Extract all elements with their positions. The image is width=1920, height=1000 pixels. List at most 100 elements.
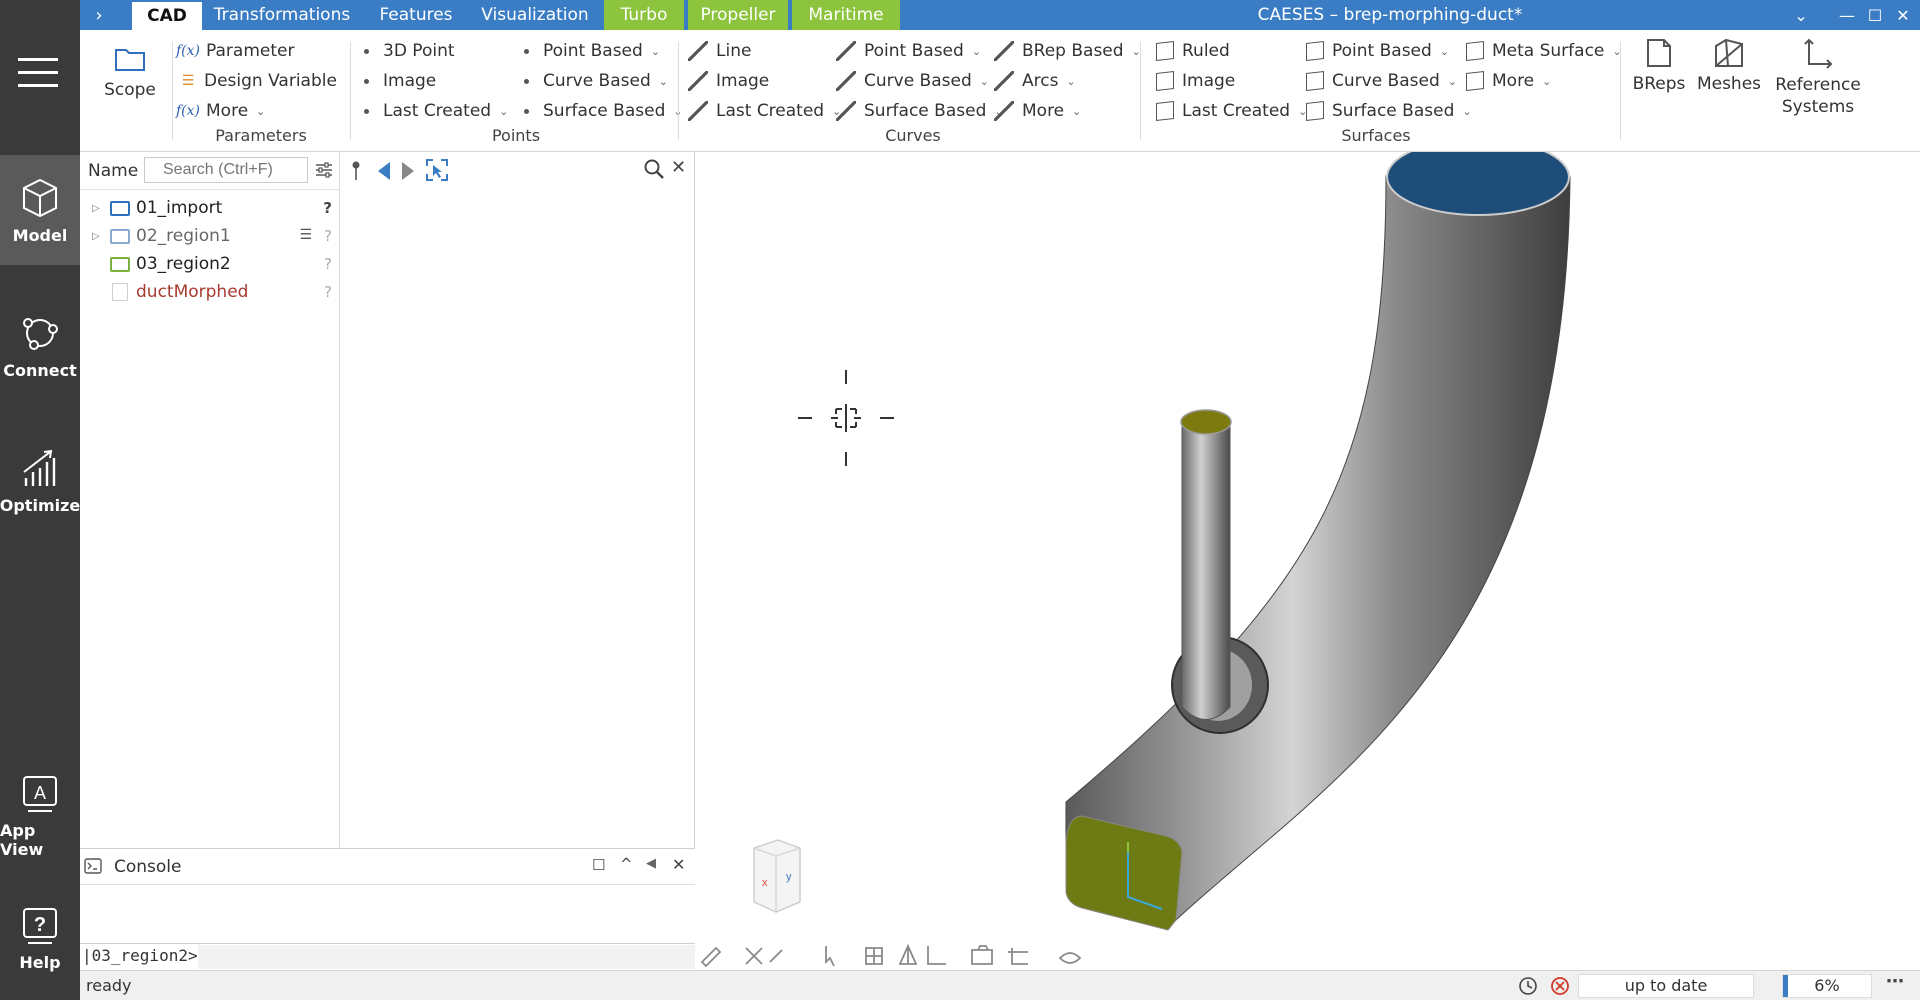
close-icon[interactable]: ✕: [671, 157, 686, 178]
more-options-icon[interactable]: ⋯: [1886, 971, 1904, 992]
ribbon-curve-surface-based[interactable]: Surface Based⌄: [836, 98, 1004, 124]
app-button-help[interactable]: ? Help: [0, 882, 80, 992]
ribbon-curves-more[interactable]: More ⌄: [994, 98, 1081, 124]
ribbon-parameter-label: Parameter: [206, 41, 295, 61]
error-cancel-icon[interactable]: [1550, 976, 1570, 996]
tree-item-03-region2[interactable]: 03_region2 ?: [80, 250, 340, 278]
chevron-up-icon[interactable]: ^: [620, 855, 633, 873]
ribbon-curve-last-created[interactable]: Last Created⌄: [688, 98, 841, 124]
ribbon-surface-surface-based[interactable]: Surface Based ⌄: [1306, 98, 1472, 124]
history-clock-icon[interactable]: [1518, 976, 1538, 996]
chevron-down-icon: ⌄: [1462, 104, 1472, 118]
ribbon-surface-last-created[interactable]: Last Created ⌄: [1156, 98, 1307, 124]
tab-features[interactable]: Features: [366, 0, 466, 30]
breps-label: BReps: [1632, 74, 1686, 94]
maximize-icon[interactable]: ☐: [592, 856, 605, 874]
line-icon: [994, 101, 1014, 121]
select-object-icon[interactable]: [425, 158, 449, 182]
3d-viewport[interactable]: x y: [696, 152, 1920, 970]
tab-visualization[interactable]: Visualization: [474, 0, 596, 30]
column-header-name[interactable]: Name: [88, 161, 138, 181]
tree-item-label: 03_region2: [136, 254, 231, 274]
scope-button[interactable]: Scope: [94, 42, 166, 100]
ribbon-ruled[interactable]: Ruled: [1156, 38, 1230, 64]
ribbon-brep-based[interactable]: BRep Based ⌄: [994, 38, 1141, 64]
expand-arrow-icon[interactable]: ▷: [92, 203, 106, 214]
chevron-down-icon: ⌄: [499, 104, 509, 118]
ribbon-parameter[interactable]: f(x) Parameter: [176, 38, 294, 64]
tab-cad[interactable]: CAD: [132, 2, 202, 30]
back-arrow-icon[interactable]: [375, 160, 393, 182]
reference-systems-label: Reference Systems: [1775, 75, 1861, 117]
console-input[interactable]: [198, 945, 695, 969]
ribbon-meta-surface[interactable]: Meta Surface ⌄: [1466, 38, 1622, 64]
ribbon-arcs[interactable]: Arcs ⌄: [994, 68, 1076, 94]
ribbon-point-last-created[interactable]: Last Created ⌄: [356, 98, 508, 124]
point-icon: [364, 108, 369, 114]
ribbon-surface-image[interactable]: Image: [1156, 68, 1235, 94]
app-button-connect[interactable]: Connect: [0, 290, 80, 400]
surface-icon: [1306, 41, 1324, 61]
tree-item-label: ductMorphed: [136, 282, 249, 302]
ribbon-point-surface-based[interactable]: Surface Based⌄: [516, 98, 683, 124]
ribbon-surface-point-based[interactable]: Point Based ⌄: [1306, 38, 1449, 64]
chevron-right-icon[interactable]: ›: [80, 0, 118, 30]
ribbon-curve-curve-based[interactable]: Curve Based ⌄: [836, 68, 989, 94]
filter-settings-icon[interactable]: [314, 160, 334, 180]
hamburger-menu-icon[interactable]: [18, 58, 58, 90]
ribbon-line[interactable]: Line: [688, 38, 751, 64]
pin-icon[interactable]: [349, 160, 363, 182]
tree-item-01-import[interactable]: ▷ 01_import ?: [80, 194, 340, 222]
reference-systems-button[interactable]: Reference Systems: [1768, 36, 1868, 118]
collapse-left-icon[interactable]: ◀: [646, 856, 656, 871]
maximize-icon[interactable]: ☐: [1860, 0, 1890, 30]
close-icon[interactable]: ✕: [672, 855, 685, 874]
search-icon[interactable]: [643, 158, 665, 180]
chevron-down-icon: ⌄: [256, 104, 266, 118]
ribbon-point-image[interactable]: Image: [356, 68, 436, 94]
tree-item-02-region1[interactable]: ▷ 02_region1 ☰ ?: [80, 222, 340, 250]
forward-arrow-icon[interactable]: [399, 160, 417, 182]
ribbon-design-variable[interactable]: ☰ Design Variable: [176, 68, 337, 94]
tab-maritime[interactable]: Maritime: [792, 0, 900, 30]
settings-sliders-icon[interactable]: ☰: [299, 227, 312, 243]
line-icon: [688, 101, 708, 121]
ribbon-parameters-more[interactable]: f(x) More ⌄: [176, 98, 265, 124]
object-editor-panel: ✕: [341, 152, 695, 848]
ribbon-curve-point-based[interactable]: Point Based ⌄: [836, 38, 981, 64]
point-icon: [524, 48, 529, 54]
ribbon-item-label: Curve Based: [864, 71, 972, 91]
app-button-optimize[interactable]: Optimize: [0, 425, 80, 535]
tab-turbo[interactable]: Turbo: [604, 0, 684, 30]
tree-search-input[interactable]: [144, 157, 308, 183]
tab-propeller[interactable]: Propeller: [688, 0, 788, 30]
app-button-app-view[interactable]: A App View: [0, 760, 80, 870]
window-title: CAESES – brep-morphing-duct*: [1257, 5, 1523, 25]
ribbon-surface-curve-based[interactable]: Curve Based ⌄: [1306, 68, 1457, 94]
ribbon-point-based[interactable]: Point Based ⌄: [516, 38, 660, 64]
ribbon-3d-point[interactable]: 3D Point: [356, 38, 455, 64]
tab-transformations[interactable]: Transformations: [206, 0, 358, 30]
close-icon[interactable]: ✕: [1888, 0, 1918, 30]
minimize-icon[interactable]: —: [1832, 0, 1862, 30]
console-input-row[interactable]: |03_region2>: [80, 943, 695, 969]
app-button-model[interactable]: Model: [0, 155, 80, 265]
ribbon-surfaces-more[interactable]: More ⌄: [1466, 68, 1551, 94]
surface-icon: [1466, 71, 1484, 91]
chevron-down-icon[interactable]: ⌄: [1786, 0, 1816, 30]
ribbon-item-label: Image: [383, 71, 437, 91]
breps-button[interactable]: BReps: [1626, 36, 1692, 94]
tree-item-duct-morphed[interactable]: ductMorphed ?: [80, 278, 340, 306]
ribbon-more-label: More: [206, 101, 249, 121]
ribbon-item-label: Point Based: [543, 41, 643, 61]
ribbon-point-curve-based[interactable]: Curve Based ⌄: [516, 68, 668, 94]
ribbon-curve-image[interactable]: Image: [688, 68, 769, 94]
line-icon: [688, 41, 708, 61]
chevron-down-icon: ⌄: [1072, 104, 1082, 118]
console-header: Console ☐ ^ ◀ ✕: [80, 849, 695, 885]
ribbon-item-label: Line: [716, 41, 752, 61]
expand-arrow-icon[interactable]: ▷: [92, 231, 106, 242]
meshes-button[interactable]: Meshes: [1694, 36, 1764, 94]
ribbon-item-label: Last Created: [716, 101, 825, 121]
ribbon-item-label: Arcs: [1022, 71, 1059, 91]
